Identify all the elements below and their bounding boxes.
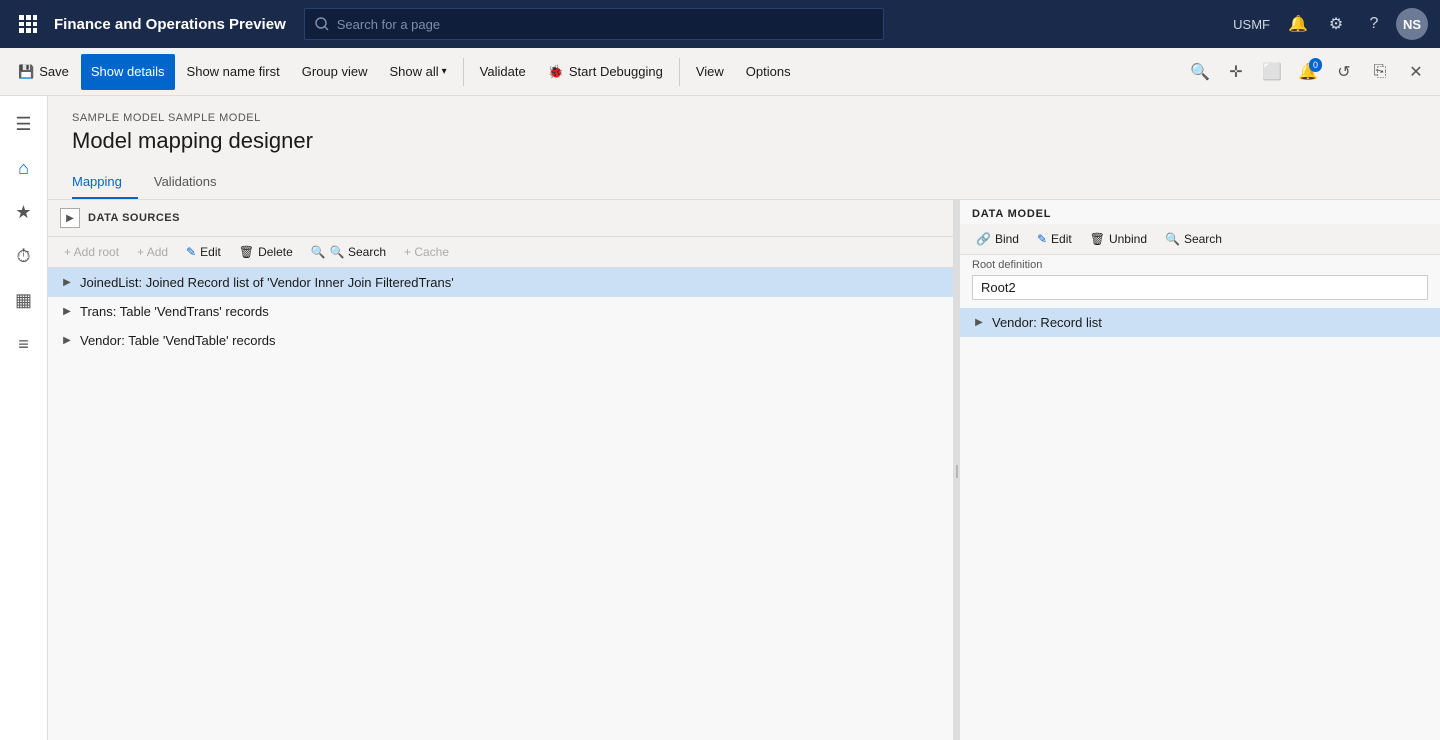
data-model-panel: DATA MODEL 🔗 Bind ✎ Edit 🗑 Unbind	[960, 200, 1440, 740]
nav-right: USMF 🔔 ⚙ ? NS	[1233, 8, 1428, 40]
sidebar-toggle-icon[interactable]: ⬜	[1256, 56, 1288, 88]
validate-button[interactable]: Validate	[470, 54, 536, 90]
tabs: Mapping Validations	[48, 166, 1440, 200]
search-input[interactable]	[337, 17, 873, 32]
sidebar-item-modules[interactable]: ≡	[4, 324, 44, 364]
tree-item[interactable]: ▶ JoinedList: Joined Record list of 'Ven…	[48, 268, 953, 297]
separator	[463, 58, 464, 86]
delete-button[interactable]: 🗑 Delete	[231, 241, 301, 263]
data-sources-toolbar: + Add root + Add ✎ Edit 🗑 Delete 🔍	[48, 237, 953, 268]
debug-icon: 🐞	[548, 64, 564, 80]
global-search-bar[interactable]	[304, 8, 884, 40]
page-title: Model mapping designer	[72, 128, 1416, 154]
unbind-icon: 🗑	[1090, 232, 1105, 246]
badge-icon[interactable]: 🔔 0	[1292, 56, 1324, 88]
sidebar-item-hamburger[interactable]: ☰	[4, 104, 44, 144]
add-button[interactable]: + Add	[129, 241, 176, 263]
delete-icon: 🗑	[239, 245, 254, 259]
notifications-icon[interactable]: 🔔	[1282, 8, 1314, 40]
main-layout: ☰ ⌂ ★ ⏱ ▦ ≡ SAMPLE MODEL SAMPLE MODEL Mo…	[0, 96, 1440, 740]
data-model-toolbar: 🔗 Bind ✎ Edit 🗑 Unbind 🔍 Search	[960, 224, 1440, 255]
data-sources-title: DATA SOURCES	[88, 212, 180, 224]
chevron-icon: ▶	[60, 334, 74, 348]
search-ds-button[interactable]: 🔍 🔍 Search	[303, 241, 394, 263]
chevron-icon: ▶	[972, 316, 986, 330]
root-definition-label: Root definition	[960, 255, 1440, 273]
content-area: SAMPLE MODEL SAMPLE MODEL Model mapping …	[48, 96, 1440, 740]
app-title: Finance and Operations Preview	[54, 16, 286, 33]
unbind-button[interactable]: 🗑 Unbind	[1082, 228, 1155, 250]
bind-icon: 🔗	[976, 232, 991, 246]
edit-button[interactable]: ✎ Edit	[178, 241, 229, 263]
avatar[interactable]: NS	[1396, 8, 1428, 40]
root-definition-value: Root2	[972, 275, 1428, 300]
show-name-first-button[interactable]: Show name first	[177, 54, 290, 90]
search-dm-icon: 🔍	[1165, 232, 1180, 246]
grid-menu-icon[interactable]	[12, 8, 44, 40]
close-icon[interactable]: ✕	[1400, 56, 1432, 88]
sidebar-item-recent[interactable]: ⏱	[4, 236, 44, 276]
panels: ▶ DATA SOURCES + Add root + Add ✎ Edit	[48, 200, 1440, 740]
save-icon: 💾	[18, 64, 34, 80]
chevron-down-icon: ▾	[442, 66, 447, 77]
data-sources-header: ▶ DATA SOURCES	[48, 200, 953, 237]
data-sources-panel: ▶ DATA SOURCES + Add root + Add ✎ Edit	[48, 200, 954, 740]
crosshair-icon[interactable]: ✛	[1220, 56, 1252, 88]
breadcrumb: SAMPLE MODEL SAMPLE MODEL	[72, 112, 1416, 124]
show-all-button[interactable]: Show all ▾	[380, 54, 457, 90]
view-button[interactable]: View	[686, 54, 734, 90]
add-root-button[interactable]: + Add root	[56, 241, 127, 263]
tree-item[interactable]: ▶ Vendor: Table 'VendTable' records	[48, 326, 953, 355]
dm-tree-item[interactable]: ▶ Vendor: Record list	[960, 308, 1440, 337]
tree-item[interactable]: ▶ Trans: Table 'VendTrans' records	[48, 297, 953, 326]
edit-dm-button[interactable]: ✎ Edit	[1029, 228, 1080, 250]
data-model-title: DATA MODEL	[960, 200, 1440, 224]
bind-button[interactable]: 🔗 Bind	[968, 228, 1027, 250]
user-label: USMF	[1233, 17, 1270, 32]
data-model-tree: ▶ Vendor: Record list	[960, 308, 1440, 740]
group-view-button[interactable]: Group view	[292, 54, 378, 90]
sidebar: ☰ ⌂ ★ ⏱ ▦ ≡	[0, 96, 48, 740]
search-icon: 🔍	[311, 245, 326, 259]
cache-button[interactable]: + Cache	[396, 241, 457, 263]
page-header: SAMPLE MODEL SAMPLE MODEL Model mapping …	[48, 96, 1440, 166]
start-debugging-button[interactable]: 🐞 Start Debugging	[538, 54, 673, 90]
chevron-icon: ▶	[60, 276, 74, 290]
collapse-button[interactable]: ▶	[60, 208, 80, 228]
chevron-icon: ▶	[60, 305, 74, 319]
show-details-button[interactable]: Show details	[81, 54, 175, 90]
open-new-icon[interactable]: ⎘	[1364, 56, 1396, 88]
options-button[interactable]: Options	[736, 54, 801, 90]
tab-validations[interactable]: Validations	[154, 166, 233, 199]
settings-icon[interactable]: ⚙	[1320, 8, 1352, 40]
search-icon-bar[interactable]: 🔍	[1184, 56, 1216, 88]
sidebar-item-workspaces[interactable]: ▦	[4, 280, 44, 320]
help-icon[interactable]: ?	[1358, 8, 1390, 40]
separator2	[679, 58, 680, 86]
search-dm-button[interactable]: 🔍 Search	[1157, 228, 1230, 250]
edit-dm-icon: ✎	[1037, 232, 1047, 246]
save-button[interactable]: 💾 Save	[8, 54, 79, 90]
sidebar-item-home[interactable]: ⌂	[4, 148, 44, 188]
tab-mapping[interactable]: Mapping	[72, 166, 138, 199]
refresh-icon[interactable]: ↺	[1328, 56, 1360, 88]
sidebar-item-favorites[interactable]: ★	[4, 192, 44, 232]
action-bar: 💾 Save Show details Show name first Grou…	[0, 48, 1440, 96]
top-navigation: Finance and Operations Preview USMF 🔔 ⚙ …	[0, 0, 1440, 48]
data-sources-tree: ▶ JoinedList: Joined Record list of 'Ven…	[48, 268, 953, 740]
edit-icon: ✎	[186, 245, 196, 259]
